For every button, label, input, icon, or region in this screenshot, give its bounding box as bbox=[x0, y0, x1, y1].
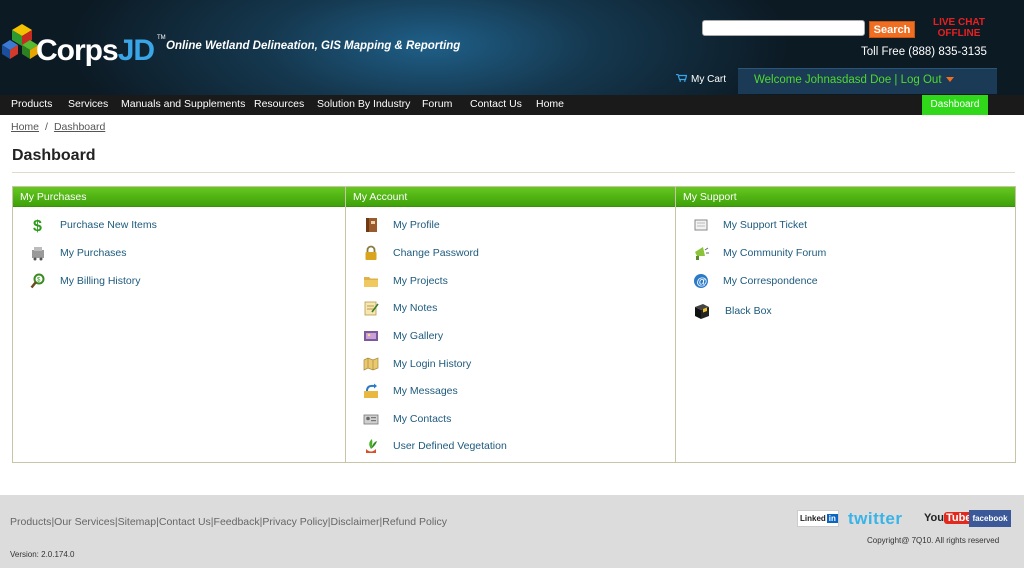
nav-forum[interactable]: Forum bbox=[422, 98, 452, 110]
link-my-billing-history[interactable]: $ My Billing History bbox=[30, 272, 141, 290]
link-my-projects[interactable]: My Projects bbox=[363, 272, 448, 290]
black-box-icon bbox=[695, 304, 709, 319]
my-cart-link[interactable]: My Cart bbox=[676, 74, 726, 85]
toll-free-phone: Toll Free (888) 835-3135 bbox=[861, 46, 987, 58]
link-my-notes[interactable]: My Notes bbox=[363, 299, 437, 317]
facebook-icon[interactable]: facebook bbox=[969, 510, 1011, 527]
svg-text:@: @ bbox=[697, 276, 708, 288]
nav-solution-by-industry[interactable]: Solution By Industry bbox=[317, 98, 410, 110]
lock-icon bbox=[365, 245, 377, 260]
breadcrumb-home-link[interactable]: Home bbox=[11, 121, 39, 133]
svg-text:$: $ bbox=[33, 218, 42, 233]
footer-link-sitemap[interactable]: Sitemap bbox=[118, 516, 157, 528]
map-icon bbox=[363, 357, 379, 371]
main-nav: Products Services Manuals and Supplement… bbox=[0, 95, 1024, 115]
logo-trademark: TM bbox=[157, 35, 166, 41]
breadcrumb-current-link[interactable]: Dashboard bbox=[54, 121, 105, 133]
link-black-box[interactable]: Black Box bbox=[693, 302, 772, 320]
dollar-icon: $ bbox=[33, 218, 42, 233]
link-my-correspondence[interactable]: @ My Correspondence bbox=[693, 272, 818, 290]
ticket-icon bbox=[694, 219, 708, 231]
link-my-support-ticket[interactable]: My Support Ticket bbox=[693, 216, 807, 234]
purchases-icon bbox=[32, 247, 44, 261]
footer-link-contact-us[interactable]: Contact Us bbox=[159, 516, 211, 528]
twitter-icon[interactable]: twitter bbox=[848, 510, 916, 527]
copyright-text: Copyright@ 7Q10. All rights reserved bbox=[867, 536, 1000, 545]
cart-icon bbox=[676, 74, 687, 82]
title-divider bbox=[12, 172, 1015, 173]
contacts-icon bbox=[363, 414, 379, 425]
link-my-messages[interactable]: My Messages bbox=[363, 382, 458, 400]
search-input[interactable] bbox=[702, 20, 865, 36]
page-title: Dashboard bbox=[12, 147, 96, 164]
welcome-logout-link[interactable]: Welcome Johnasdasd Doe | Log Out bbox=[754, 74, 954, 86]
site-header: CorpsJD TM Online Wetland Delineation, G… bbox=[0, 0, 1024, 95]
welcome-bar: Welcome Johnasdasd Doe | Log Out bbox=[738, 68, 997, 94]
panel-title: My Account bbox=[346, 187, 675, 207]
link-my-contacts[interactable]: My Contacts bbox=[363, 410, 451, 428]
version-text: Version: 2.0.174.0 bbox=[10, 550, 75, 559]
dropdown-caret-icon[interactable] bbox=[945, 77, 954, 82]
nav-services[interactable]: Services bbox=[68, 98, 108, 110]
footer-links: Products|Our Services|Sitemap|Contact Us… bbox=[10, 516, 448, 528]
dashboard-panels: My Purchases $ Purchase New Items My Pur… bbox=[12, 186, 1016, 463]
link-my-community-forum[interactable]: My Community Forum bbox=[693, 244, 826, 262]
notes-icon bbox=[364, 301, 379, 316]
megaphone-icon bbox=[695, 247, 709, 260]
link-my-profile[interactable]: My Profile bbox=[363, 216, 440, 234]
breadcrumb: Home / Dashboard bbox=[11, 121, 106, 133]
link-user-defined-vegetation[interactable]: User Defined Vegetation bbox=[363, 437, 507, 455]
corpsjd-logo[interactable]: CorpsJD TM Online Wetland Delineation, G… bbox=[2, 14, 462, 74]
nav-home[interactable]: Home bbox=[536, 98, 564, 110]
linkedin-icon[interactable]: Linked in bbox=[797, 510, 839, 527]
site-footer: Products|Our Services|Sitemap|Contact Us… bbox=[0, 495, 1024, 568]
panel-title: My Purchases bbox=[13, 187, 345, 207]
footer-link-products[interactable]: Products bbox=[10, 516, 51, 528]
panel-my-account: My Account My Profile Change Password My… bbox=[345, 187, 675, 462]
footer-link-disclaimer[interactable]: Disclaimer bbox=[330, 516, 379, 528]
footer-link-privacy-policy[interactable]: Privacy Policy bbox=[262, 516, 327, 528]
footer-link-our-services[interactable]: Our Services bbox=[54, 516, 115, 528]
footer-link-feedback[interactable]: Feedback bbox=[214, 516, 260, 528]
logo-wordmark: CorpsJD bbox=[36, 34, 155, 67]
logo-tagline: Online Wetland Delineation, GIS Mapping … bbox=[166, 40, 461, 52]
live-chat-status[interactable]: LIVE CHAT OFFLINE bbox=[923, 17, 995, 39]
panel-my-purchases: My Purchases $ Purchase New Items My Pur… bbox=[13, 187, 345, 462]
folder-icon bbox=[364, 277, 378, 287]
footer-link-refund-policy[interactable]: Refund Policy bbox=[382, 516, 447, 528]
search-button[interactable]: Search bbox=[869, 21, 915, 38]
link-my-purchases[interactable]: My Purchases bbox=[30, 244, 127, 262]
link-purchase-new-items[interactable]: $ Purchase New Items bbox=[30, 216, 157, 234]
nav-dashboard-tab[interactable]: Dashboard bbox=[922, 95, 988, 115]
profile-book-icon bbox=[366, 218, 377, 232]
billing-history-icon: $ bbox=[30, 273, 45, 289]
gallery-icon bbox=[364, 331, 378, 341]
nav-resources[interactable]: Resources bbox=[254, 98, 304, 110]
nav-manuals-and-supplements[interactable]: Manuals and Supplements bbox=[121, 98, 245, 110]
link-change-password[interactable]: Change Password bbox=[363, 244, 479, 262]
panel-my-support: My Support My Support Ticket My Communit… bbox=[675, 187, 1015, 462]
vegetation-icon bbox=[366, 439, 377, 453]
link-my-login-history[interactable]: My Login History bbox=[363, 355, 471, 373]
panel-title: My Support bbox=[676, 187, 1015, 207]
email-icon: @ bbox=[694, 274, 708, 288]
nav-contact-us[interactable]: Contact Us bbox=[470, 98, 522, 110]
link-my-gallery[interactable]: My Gallery bbox=[363, 327, 443, 345]
youtube-icon[interactable]: You Tube bbox=[924, 510, 974, 527]
messages-icon bbox=[364, 383, 378, 398]
nav-products[interactable]: Products bbox=[11, 98, 52, 110]
